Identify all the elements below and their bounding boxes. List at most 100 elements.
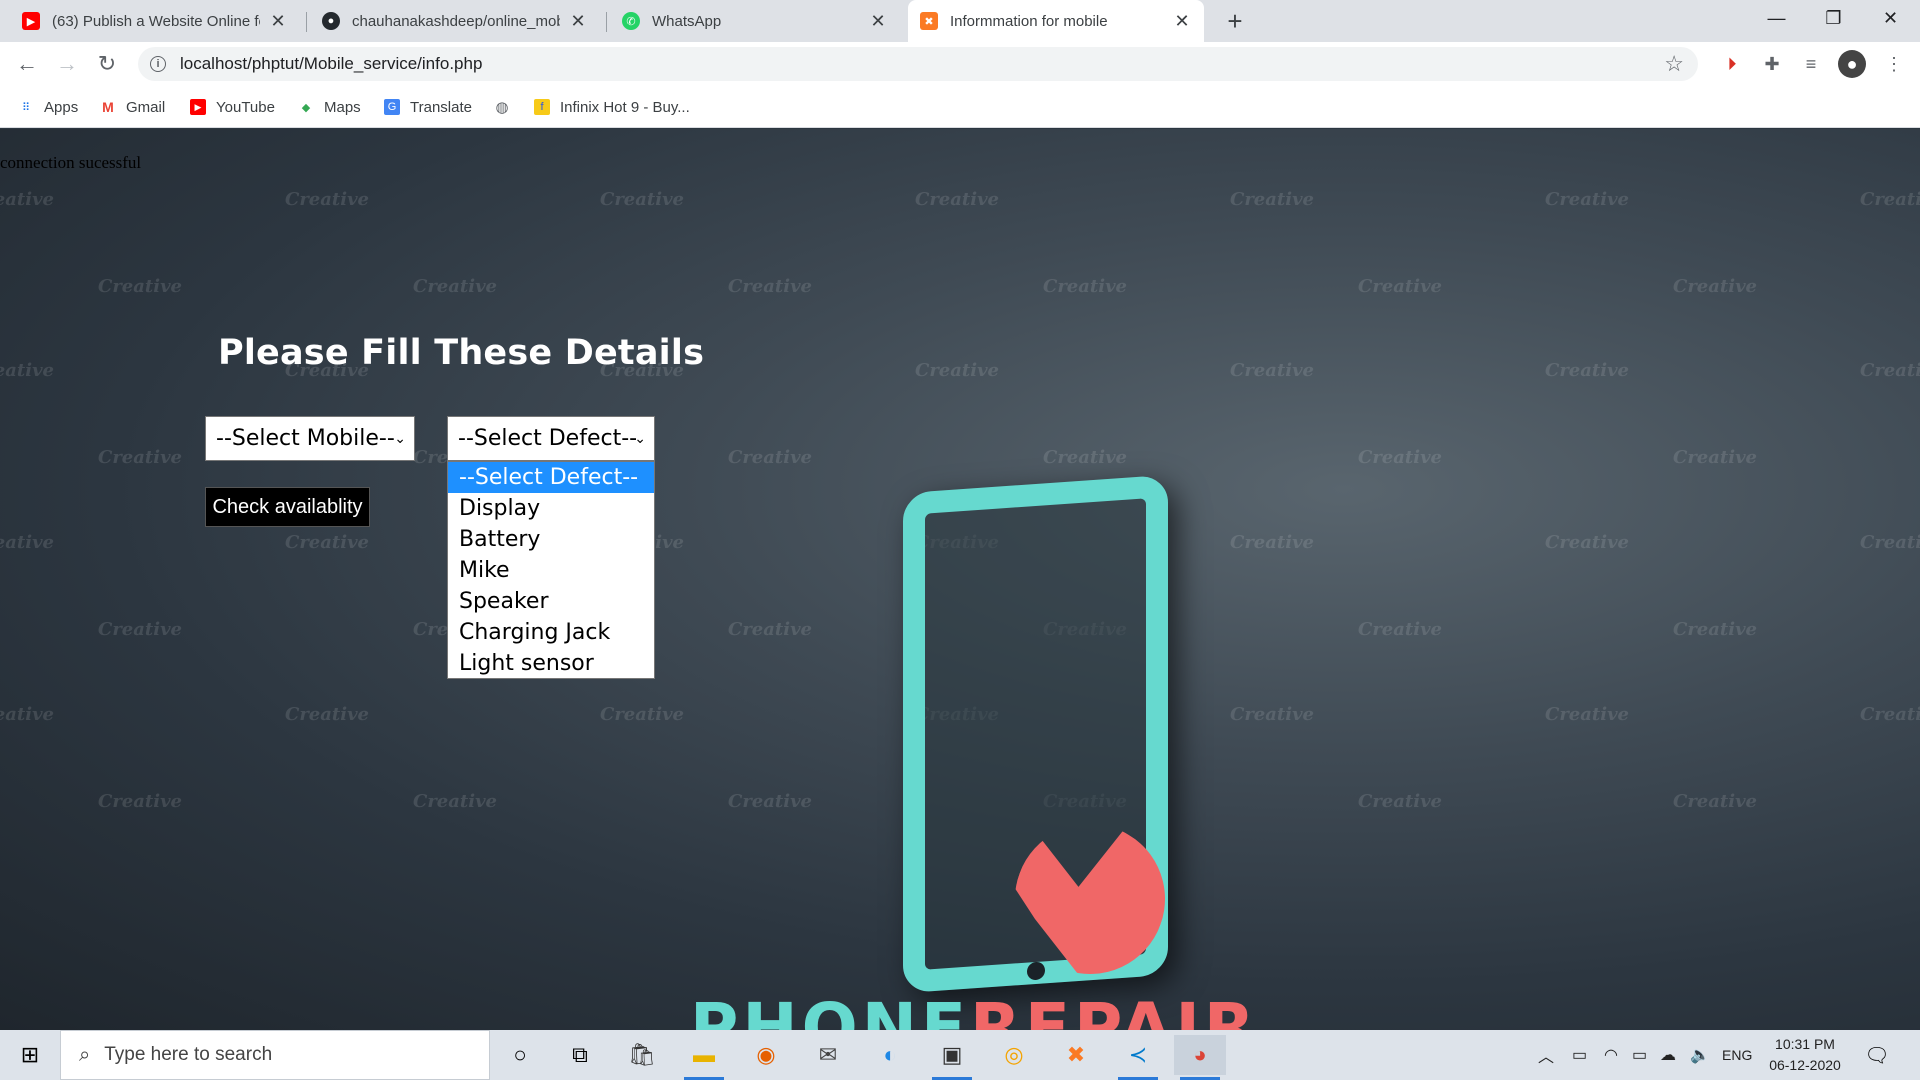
watermark-text: Creative <box>413 276 497 297</box>
puzzle-icon[interactable]: ✚ <box>1758 50 1786 78</box>
avatar[interactable]: ● <box>1838 50 1866 78</box>
search-placeholder: Type here to search <box>104 1044 273 1065</box>
task-view-icon[interactable]: ⧉ <box>554 1035 606 1075</box>
watermark-text: Creative <box>1860 189 1920 210</box>
watermark-text: Creative <box>1230 189 1314 210</box>
watermark-text: Creative <box>1358 619 1442 640</box>
bookmark-translate[interactable]: G Translate <box>384 96 472 118</box>
clock[interactable]: 10:31 PM 06-12-2020 <box>1760 1034 1850 1076</box>
volume-icon[interactable]: 🔈 <box>1690 1030 1710 1080</box>
tab-youtube[interactable]: ▶ (63) Publish a Website Online for ✕ <box>10 0 300 42</box>
address-bar[interactable]: i localhost/phptut/Mobile_service/info.p… <box>138 47 1698 81</box>
file-explorer-icon[interactable]: ▬ <box>678 1035 730 1080</box>
page-content: Creative Creative Creative Creative Creative… <box>0 129 1920 1030</box>
watermark-text: Creative <box>1860 532 1920 553</box>
mail-icon[interactable]: ✉ <box>802 1035 854 1075</box>
minimize-icon[interactable]: — <box>1748 0 1805 36</box>
flipkart-icon: f <box>534 99 550 115</box>
notification-icon[interactable]: 🗨 <box>1862 1040 1892 1070</box>
watermark-text: Creative <box>1673 791 1757 812</box>
taskbar-search-input[interactable]: ⌕ Type here to search <box>60 1030 490 1080</box>
watermark-text: Creative <box>0 360 54 381</box>
tray-chevron-icon[interactable]: ︿ <box>1538 1030 1554 1080</box>
bookmarks-bar: ⠿ Apps M Gmail ▶ YouTube ◆ Maps G Transl… <box>0 86 1920 128</box>
watermark-text: Creative <box>98 447 182 468</box>
watermark-text: Creative <box>1230 704 1314 725</box>
tab-info-mobile[interactable]: ✖ Informmation for mobile ✕ <box>908 0 1204 42</box>
watermark-text: Creative <box>1358 791 1442 812</box>
defect-select[interactable]: --Select Defect-- ⌄ <box>447 416 655 461</box>
close-icon[interactable]: ✕ <box>1172 11 1192 32</box>
tab-whatsapp[interactable]: ✆ WhatsApp ✕ <box>610 0 900 42</box>
youtube-icon: ▶ <box>190 99 206 115</box>
windows-start-icon[interactable]: ⊞ <box>0 1030 60 1080</box>
bookmark-label: Apps <box>44 98 79 116</box>
bookmark-label: Gmail <box>126 98 166 116</box>
back-icon[interactable]: ← <box>12 49 42 79</box>
watermark-text: Creative <box>915 189 999 210</box>
defect-option[interactable]: Speaker <box>448 586 654 617</box>
url-text[interactable]: localhost/phptut/Mobile_service/info.php <box>180 54 482 74</box>
brave-icon[interactable]: ◎ <box>988 1035 1040 1075</box>
battery-icon[interactable]: ▭ <box>1632 1030 1647 1080</box>
maps-icon: ◆ <box>301 101 311 114</box>
extension-icon[interactable]: ⏵ <box>1718 50 1746 78</box>
bookmark-apps[interactable]: ⠿ Apps <box>18 96 78 118</box>
watermark-text: Creative <box>285 189 369 210</box>
media-icon[interactable]: ≡ <box>1797 50 1825 78</box>
bookmark-gmail[interactable]: M Gmail <box>100 96 165 118</box>
bookmark-label: Maps <box>324 98 361 116</box>
watermark-text: Creative <box>1673 447 1757 468</box>
bookmark-globe[interactable]: ◍ <box>494 96 520 118</box>
watermark-text: Creative <box>0 704 54 725</box>
defect-option[interactable]: Mike <box>448 555 654 586</box>
close-icon[interactable]: ✕ <box>868 11 888 32</box>
cortana-icon[interactable]: ○ <box>494 1035 546 1075</box>
tab-title: Informmation for mobile <box>950 12 1108 30</box>
bookmark-label: Translate <box>410 98 472 116</box>
close-icon[interactable]: ✕ <box>568 11 588 32</box>
xampp-icon[interactable]: ✖ <box>1050 1035 1102 1075</box>
cloud-icon[interactable]: ☁ <box>1660 1030 1676 1080</box>
watermark-text: Creative <box>1545 704 1629 725</box>
watermark-text: Creative <box>1043 276 1127 297</box>
watermark-text: Creative <box>98 791 182 812</box>
tab-separator <box>306 12 307 32</box>
connection-status: connection sucessful <box>0 153 142 172</box>
firefox-icon[interactable]: ◉ <box>740 1035 792 1075</box>
close-icon[interactable]: ✕ <box>268 11 288 32</box>
window-close-icon[interactable]: ✕ <box>1862 0 1919 36</box>
device-icon[interactable]: ▭ <box>1572 1030 1587 1080</box>
watermark-text: Creative <box>98 276 182 297</box>
menu-icon[interactable]: ⋮ <box>1880 50 1908 78</box>
reload-icon[interactable]: ↻ <box>92 49 122 79</box>
watermark-text: Creative <box>728 791 812 812</box>
defect-option[interactable]: Charging Jack <box>448 617 654 648</box>
mobile-select[interactable]: --Select Mobile-- ⌄ <box>205 416 415 461</box>
edge-icon[interactable]: ◐ <box>864 1035 916 1075</box>
bookmark-infinix[interactable]: f Infinix Hot 9 - Buy... <box>534 96 690 118</box>
chrome-icon[interactable]: ◕ <box>1174 1035 1226 1080</box>
language-indicator[interactable]: ENG <box>1722 1030 1752 1080</box>
info-icon[interactable]: i <box>150 56 166 72</box>
bookmark-star-icon[interactable]: ☆ <box>1664 51 1684 77</box>
store-icon[interactable]: 🛍 <box>616 1035 668 1075</box>
new-tab-icon[interactable]: + <box>1220 6 1250 36</box>
vscode-icon[interactable]: ≺ <box>1112 1035 1164 1080</box>
bookmark-youtube[interactable]: ▶ YouTube <box>190 96 275 118</box>
watermark-text: Creative <box>285 532 369 553</box>
forward-icon[interactable]: → <box>52 49 82 79</box>
brand-right: REPAIR <box>970 989 1259 1030</box>
defect-option[interactable]: Battery <box>448 524 654 555</box>
app-icon[interactable]: ▣ <box>926 1035 978 1080</box>
watermark-text: Creative <box>0 189 54 210</box>
watermark-text: Creative <box>1545 189 1629 210</box>
tab-github[interactable]: ● chauhanakashdeep/online_mobil ✕ <box>310 0 600 42</box>
bookmark-maps[interactable]: ◆ Maps <box>298 96 361 118</box>
defect-option[interactable]: Light sensor <box>448 648 654 679</box>
check-availability-button[interactable]: Check availablity <box>205 487 370 527</box>
wifi-icon[interactable]: ◠ <box>1604 1030 1618 1080</box>
restore-icon[interactable]: ❐ <box>1805 0 1862 36</box>
defect-option[interactable]: Display <box>448 493 654 524</box>
defect-option[interactable]: --Select Defect-- <box>448 462 654 493</box>
